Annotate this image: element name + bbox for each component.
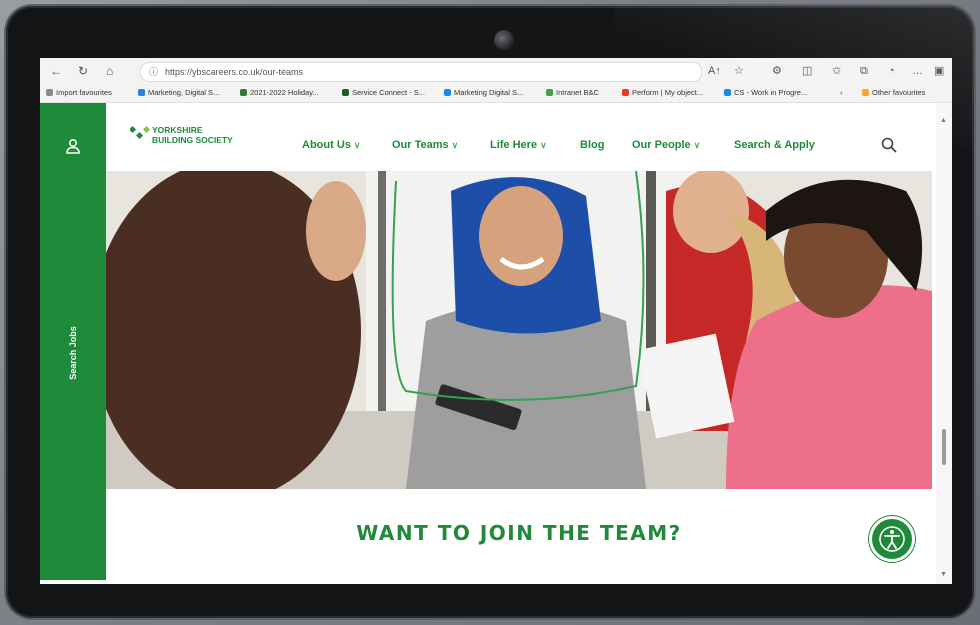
scroll-down-icon[interactable]: ▼ [940, 571, 947, 578]
site-info-icon[interactable]: ⓘ [149, 63, 158, 81]
bookmark-label: Intranet B&C [556, 88, 599, 97]
nav-about-us[interactable]: About Us ∨ [302, 139, 360, 151]
site-icon [342, 89, 349, 96]
nav-our-people[interactable]: Our People ∨ [632, 139, 700, 151]
person-right-face [673, 171, 749, 253]
scrollbar-thumb[interactable] [942, 429, 946, 465]
nav-search-apply[interactable]: Search & Apply [734, 139, 815, 151]
bookmarks-overflow-icon[interactable]: › [840, 87, 843, 99]
site-logo[interactable]: YORKSHIRE BUILDING SOCIETY [128, 125, 260, 147]
bookmark-label: Marketing, Digital S... [148, 88, 220, 97]
user-icon[interactable] [64, 137, 82, 155]
logo-mark-icon [128, 125, 151, 140]
logo-line1: YORKSHIRE [152, 125, 203, 135]
accessibility-icon [879, 526, 905, 552]
camera-icon [494, 30, 514, 50]
bookmark-label: Marketing Digital S... [454, 88, 524, 97]
collections-icon[interactable]: ⧉ [860, 63, 868, 79]
bookmark-item[interactable]: Perform | My object... [622, 87, 703, 99]
extensions-icon[interactable]: ⚙ [772, 63, 782, 79]
excel-icon [240, 89, 247, 96]
site-icon [622, 89, 629, 96]
chevron-down-icon: ∨ [693, 140, 701, 150]
nav-life-here[interactable]: Life Here ∨ [490, 139, 547, 151]
hero-image [106, 171, 932, 489]
browser-toolbar: ← ↻ ⌂ ⓘ https://ybscareers.co.uk/our-tea… [40, 58, 952, 84]
bookmark-item[interactable]: Other favourites [862, 87, 925, 99]
site-icon [444, 89, 451, 96]
search-jobs-label: Search Jobs [68, 326, 78, 380]
refresh-icon[interactable]: ↻ [78, 63, 88, 79]
split-screen-icon[interactable]: ◫ [802, 63, 812, 79]
folder-icon [862, 89, 869, 96]
bookmark-item[interactable]: 2021-2022 Holiday... [240, 87, 319, 99]
nav-blog[interactable]: Blog [580, 139, 604, 151]
chevron-down-icon: ∨ [451, 140, 459, 150]
bookmark-item[interactable]: Marketing Digital S... [444, 87, 523, 99]
back-icon[interactable]: ← [50, 63, 62, 79]
sidebar-toggle-icon[interactable]: ▣ [934, 63, 944, 79]
bookmark-label: Other favourites [872, 88, 926, 97]
search-icon[interactable] [880, 136, 898, 154]
search-jobs-tab[interactable]: Search Jobs [40, 103, 106, 580]
bookmark-label: CS - Work in Progre... [734, 88, 808, 97]
person-center-face [479, 186, 563, 286]
bookmark-label: Service Connect - S... [352, 88, 425, 97]
logo-line2: BUILDING SOCIETY [152, 135, 233, 145]
cta-section: WANT TO JOIN THE TEAM? [106, 489, 932, 584]
screen: ← ↻ ⌂ ⓘ https://ybscareers.co.uk/our-tea… [40, 58, 952, 584]
nav-our-teams[interactable]: Our Teams ∨ [392, 139, 458, 151]
chevron-down-icon: ∨ [353, 140, 361, 150]
chevron-down-icon: ∨ [540, 140, 547, 150]
site-header: YORKSHIRE BUILDING SOCIETY About Us ∨ Our… [106, 103, 952, 171]
site-icon [724, 89, 731, 96]
tablet-frame: ← ↻ ⌂ ⓘ https://ybscareers.co.uk/our-tea… [6, 6, 974, 618]
bookmark-label: Import favourites [56, 88, 112, 97]
favorites-bar: Import favourites Marketing, Digital S..… [40, 84, 952, 103]
bookmark-label: Perform | My object... [632, 88, 704, 97]
folder-icon [46, 89, 53, 96]
address-text: https://ybscareers.co.uk/our-teams [165, 67, 304, 77]
web-page: Search Jobs YORKSHIRE BUILDING SOCIETY A… [40, 103, 952, 584]
home-icon[interactable]: ⌂ [106, 63, 113, 79]
page-scrollbar[interactable]: ▲ ▼ [936, 103, 952, 584]
accessibility-button[interactable] [872, 519, 912, 559]
bookmark-item[interactable]: Import favourites [46, 87, 112, 99]
favorite-star-icon[interactable]: ☆ [734, 63, 744, 79]
address-bar[interactable]: ⓘ https://ybscareers.co.uk/our-teams [140, 62, 702, 82]
person-left-face [306, 181, 366, 281]
bookmark-item[interactable]: Intranet B&C [546, 87, 599, 99]
bookmark-label: 2021-2022 Holiday... [250, 88, 319, 97]
site-icon [546, 89, 553, 96]
window-frame [378, 171, 386, 421]
more-icon[interactable]: … [912, 63, 923, 79]
favorites-icon[interactable]: ✩ [832, 63, 841, 79]
bookmark-item[interactable]: Service Connect - S... [342, 87, 425, 99]
cta-heading: WANT TO JOIN THE TEAM? [356, 521, 682, 545]
bookmark-item[interactable]: CS - Work in Progre... [724, 87, 807, 99]
read-aloud-icon[interactable]: A↑ [708, 63, 721, 79]
site-icon [138, 89, 145, 96]
scroll-up-icon[interactable]: ▲ [940, 117, 947, 124]
bookmark-item[interactable]: Marketing, Digital S... [138, 87, 219, 99]
profile-icon[interactable]: ◔ [888, 63, 895, 79]
